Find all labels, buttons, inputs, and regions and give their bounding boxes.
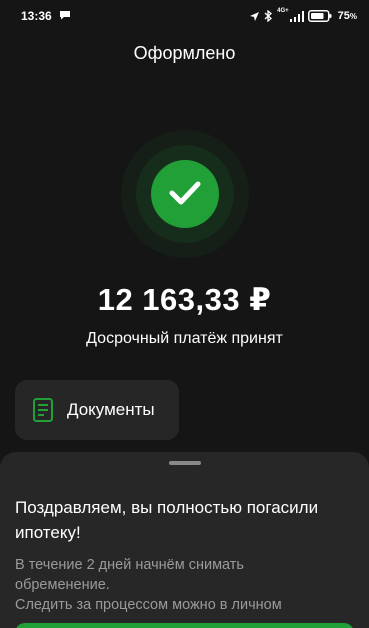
document-icon: [33, 398, 53, 422]
sheet-heading: Поздравляем, вы полностью погасили ипоте…: [15, 498, 319, 542]
status-time: 13:36: [21, 9, 52, 23]
payment-amount: 12 163,33 ₽: [97, 282, 272, 317]
sheet-body-line: обременение.: [15, 577, 110, 593]
page-title: Оформлено: [133, 43, 236, 63]
payment-status-message: Досрочный платёж принят: [86, 330, 283, 347]
sheet-body-line: Следить за процессом можно в личном: [15, 597, 282, 613]
screen: 13:36 4G+ 75% Оформлено 12 163,33 ₽ Доср…: [0, 0, 369, 628]
bluetooth-icon: [264, 10, 273, 22]
bottom-sheet: Поздравляем, вы полностью погасили ипоте…: [0, 452, 369, 628]
success-circle: [151, 160, 219, 228]
sheet-body: В течение 2 дней начнём снимать обремене…: [15, 555, 345, 615]
chat-icon: [60, 11, 70, 20]
status-bar: 13:36 4G+ 75%: [0, 0, 369, 32]
sheet-body-line: В течение 2 дней начнём снимать: [15, 557, 244, 573]
check-icon: [169, 181, 201, 205]
signal-icon: [289, 10, 304, 22]
battery-percent: 75%: [337, 10, 357, 22]
battery-icon: [307, 10, 332, 22]
status-icons: 4G+ 75%: [249, 8, 357, 24]
documents-button[interactable]: Документы: [15, 380, 179, 440]
network-label: 4G+: [277, 8, 289, 14]
sheet-action-button[interactable]: [15, 623, 354, 628]
sheet-drag-handle[interactable]: [169, 461, 201, 465]
documents-label: Документы: [67, 400, 155, 419]
location-icon: [250, 11, 260, 21]
success-indicator: [114, 130, 256, 258]
